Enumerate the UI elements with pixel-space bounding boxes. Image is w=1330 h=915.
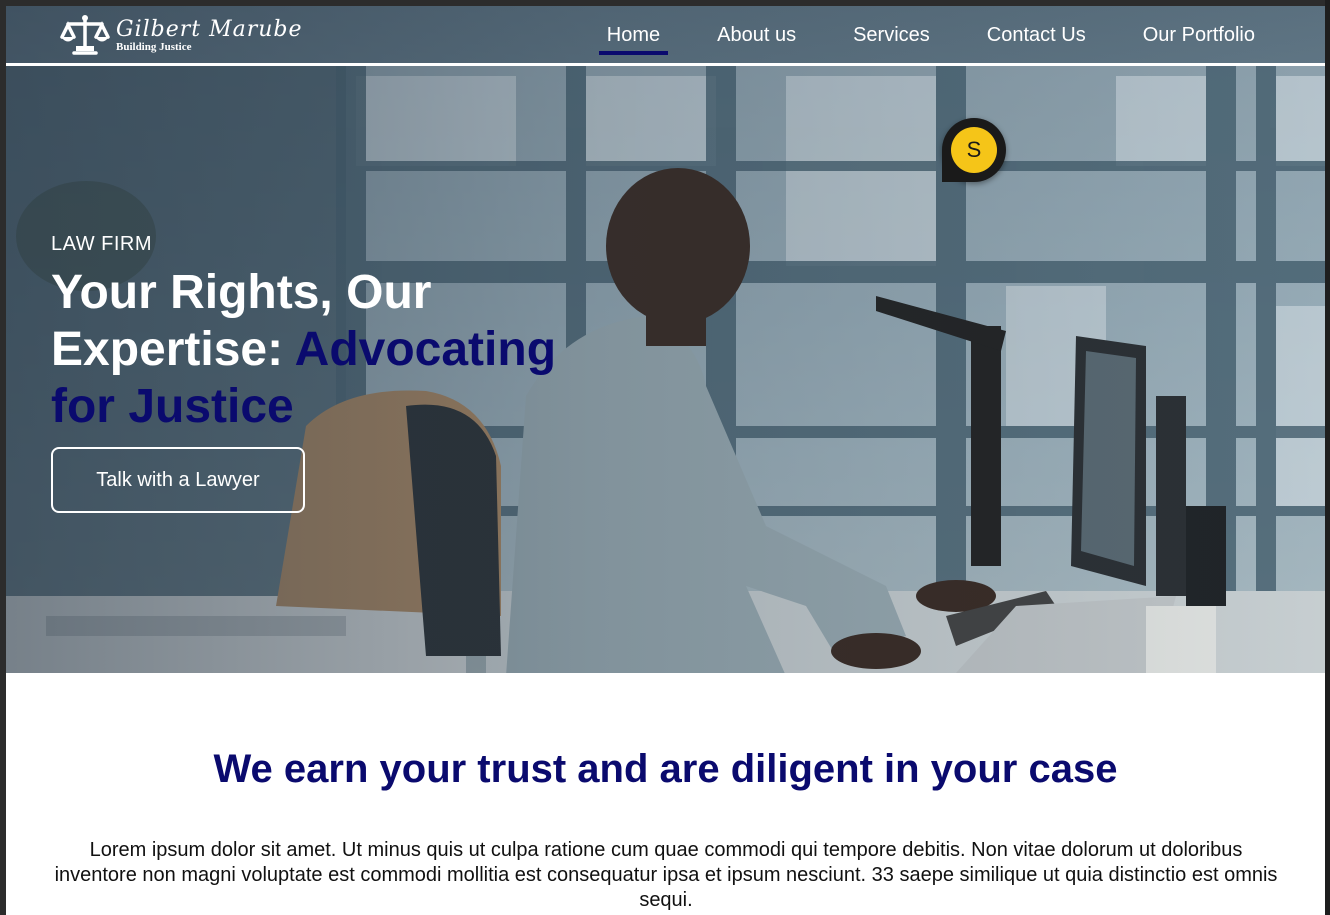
section-title: We earn your trust and are diligent in y… — [213, 747, 1118, 791]
brand-name: Gilbert Marube — [116, 17, 303, 42]
hero-headline: Your Rights, Our Expertise: Advocating f… — [51, 264, 611, 435]
scales-of-justice-icon — [60, 15, 110, 55]
section-body-text: Lorem ipsum dolor sit amet. Ut minus qui… — [54, 839, 1278, 911]
brand-logo[interactable]: Gilbert Marube Building Justice — [58, 10, 303, 60]
chat-widget-button[interactable]: S — [942, 118, 1006, 182]
nav-item-home[interactable]: Home — [598, 24, 669, 55]
talk-with-lawyer-button[interactable]: Talk with a Lawyer — [51, 447, 305, 513]
hero-section: Gilbert Marube Building Justice Home Abo… — [6, 6, 1325, 673]
nav-item-our-portfolio[interactable]: Our Portfolio — [1135, 24, 1263, 55]
nav-item-about-us[interactable]: About us — [709, 24, 804, 55]
window-frame-right — [1325, 0, 1330, 915]
nav-item-contact-us[interactable]: Contact Us — [979, 24, 1094, 55]
trust-section: We earn your trust and are diligent in y… — [6, 673, 1325, 915]
nav-item-services[interactable]: Services — [845, 24, 938, 55]
hero-eyebrow: LAW FIRM — [51, 233, 153, 255]
top-navbar: Gilbert Marube Building Justice Home Abo… — [6, 6, 1325, 66]
chat-avatar-initial: S — [951, 127, 997, 173]
primary-nav: Home About us Services Contact Us Our Po… — [558, 24, 1263, 55]
